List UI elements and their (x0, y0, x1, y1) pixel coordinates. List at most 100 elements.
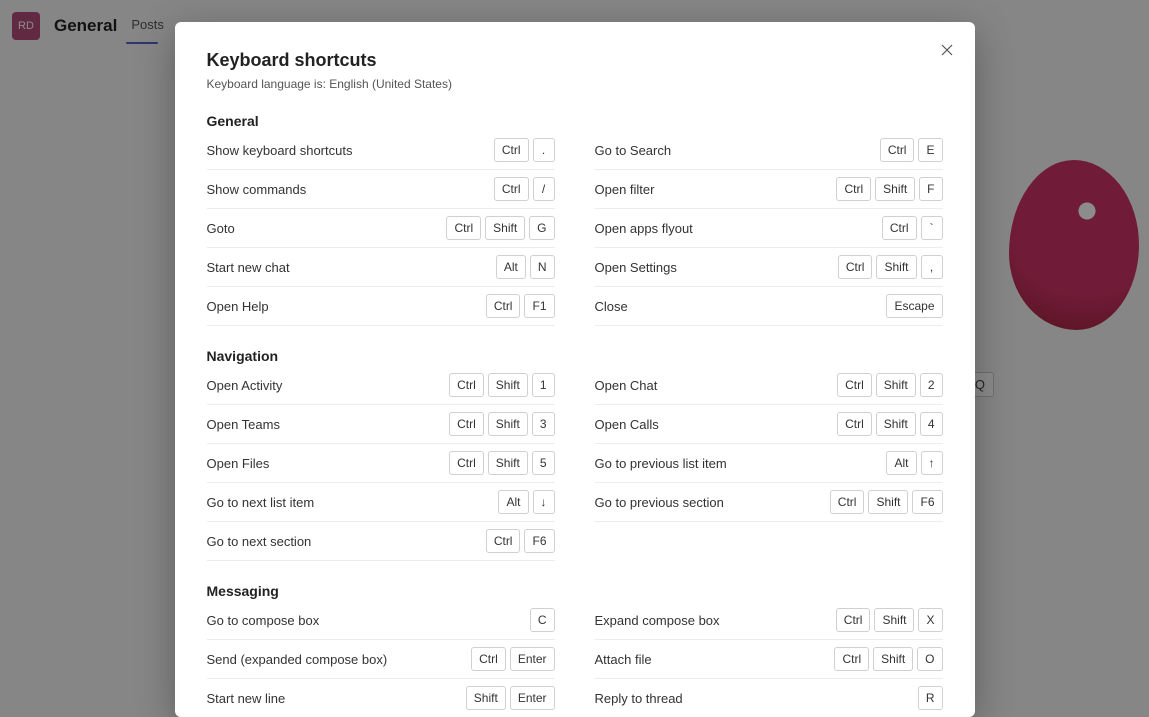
shortcut-label: Attach file (595, 652, 652, 667)
shortcut-label: Open Files (207, 456, 270, 471)
shortcut-keys: CtrlShift1 (449, 373, 554, 397)
shortcut-key: F (919, 177, 942, 201)
shortcut-label: Go to Search (595, 143, 672, 158)
shortcut-key: Shift (488, 373, 528, 397)
shortcut-keys: AltN (496, 255, 555, 279)
close-button[interactable] (933, 36, 961, 64)
shortcut-row: Open Settings CtrlShift, (595, 248, 943, 287)
shortcut-key: Shift (466, 686, 506, 710)
shortcut-keys: CtrlF1 (486, 294, 555, 318)
shortcut-key: Ctrl (838, 255, 873, 279)
shortcut-key: Ctrl (837, 412, 872, 436)
shortcut-key: Shift (876, 412, 916, 436)
shortcut-key: . (533, 138, 555, 162)
shortcut-keys: CtrlEnter (471, 647, 554, 671)
section-col-left: Open ActivityCtrlShift1Open TeamsCtrlShi… (207, 366, 555, 561)
shortcut-key: Ctrl (449, 451, 484, 475)
shortcut-key: Shift (485, 216, 525, 240)
shortcut-row: Start new chat AltN (207, 248, 555, 287)
shortcut-keys: R (918, 686, 943, 710)
shortcut-label: Open Settings (595, 260, 677, 275)
shortcut-label: Open filter (595, 182, 655, 197)
shortcut-key: ↓ (533, 490, 555, 514)
shortcut-key: Shift (488, 451, 528, 475)
shortcut-row: Expand compose boxCtrlShiftX (595, 601, 943, 640)
shortcut-key: C (530, 608, 555, 632)
shortcut-label: Start new line (207, 691, 286, 706)
shortcut-key: 1 (532, 373, 555, 397)
shortcut-row: Open Help CtrlF1 (207, 287, 555, 326)
shortcut-row: Send (expanded compose box)CtrlEnter (207, 640, 555, 679)
shortcut-key: 2 (920, 373, 943, 397)
shortcut-row: Go to SearchCtrlE (595, 131, 943, 170)
shortcut-key: Ctrl (486, 294, 521, 318)
shortcut-row: Open Chat CtrlShift2 (595, 366, 943, 405)
close-icon (941, 44, 953, 56)
shortcut-key: Ctrl (836, 177, 871, 201)
section-col-right: Open Chat CtrlShift2 Open Calls CtrlShift4 G… (595, 366, 943, 561)
shortcut-row: Reply to threadR (595, 679, 943, 717)
shortcut-key: Ctrl (880, 138, 915, 162)
shortcut-key: Ctrl (446, 216, 481, 240)
shortcut-row: Show keyboard shortcutsCtrl. (207, 131, 555, 170)
dialog-scroll[interactable]: Keyboard shortcuts Keyboard language is:… (175, 22, 975, 717)
shortcut-key: Escape (886, 294, 942, 318)
shortcut-keys: ShiftEnter (466, 686, 555, 710)
shortcut-keys: CtrlShiftG (446, 216, 554, 240)
shortcut-keys: CtrlShiftF (836, 177, 942, 201)
shortcut-key: 5 (532, 451, 555, 475)
shortcut-label: Open Calls (595, 417, 659, 432)
shortcut-keys: CtrlShift2 (837, 373, 942, 397)
shortcut-key: Ctrl (494, 138, 529, 162)
shortcut-row: Open Files CtrlShift5 (207, 444, 555, 483)
shortcut-keys: CtrlF6 (486, 529, 555, 553)
section-grid: Open ActivityCtrlShift1Open TeamsCtrlShi… (207, 366, 943, 561)
shortcut-label: Open Chat (595, 378, 658, 393)
shortcut-key: Shift (488, 412, 528, 436)
shortcut-row: Attach file CtrlShiftO (595, 640, 943, 679)
shortcut-label: Open Activity (207, 378, 283, 393)
shortcut-label: Open Help (207, 299, 269, 314)
shortcut-row: Open Activity CtrlShift1 (207, 366, 555, 405)
keyboard-shortcuts-dialog: Keyboard shortcuts Keyboard language is:… (175, 22, 975, 717)
shortcut-label: Go to next section (207, 534, 312, 549)
shortcut-keys: CtrlShift, (838, 255, 943, 279)
shortcut-label: Start new chat (207, 260, 290, 275)
shortcut-key: F1 (524, 294, 554, 318)
section-col-right: Expand compose boxCtrlShiftX Attach file C… (595, 601, 943, 717)
shortcut-keys: CtrlShift5 (449, 451, 554, 475)
shortcut-label: Go to previous section (595, 495, 724, 510)
shortcut-key: Enter (510, 686, 555, 710)
shortcut-key: , (921, 255, 943, 279)
shortcut-label: Open Teams (207, 417, 280, 432)
section-title: Messaging (207, 583, 943, 599)
shortcut-key: Ctrl (486, 529, 521, 553)
shortcut-row: Go to previous list itemAlt↑ (595, 444, 943, 483)
shortcut-key: Ctrl (837, 373, 872, 397)
shortcut-key: Enter (510, 647, 555, 671)
shortcut-key: R (918, 686, 943, 710)
shortcut-key: F6 (524, 529, 554, 553)
shortcut-key: G (529, 216, 554, 240)
dialog-title: Keyboard shortcuts (207, 50, 943, 71)
shortcut-keys: Ctrl. (494, 138, 555, 162)
shortcut-key: X (918, 608, 942, 632)
section-grid: Go to compose boxCSend (expanded compose… (207, 601, 943, 717)
shortcut-key: ` (921, 216, 943, 240)
section-title: General (207, 113, 943, 129)
section-col-right: Go to SearchCtrlEOpen filterCtrlShiftFOp… (595, 131, 943, 326)
shortcut-key: 4 (920, 412, 943, 436)
shortcut-label: Show commands (207, 182, 307, 197)
shortcut-row: CloseEscape (595, 287, 943, 326)
shortcut-key: Shift (873, 647, 913, 671)
shortcut-row: Go to next section CtrlF6 (207, 522, 555, 561)
shortcut-row: Go to next list itemAlt↓ (207, 483, 555, 522)
shortcut-key: Ctrl (449, 373, 484, 397)
shortcut-key: Alt (886, 451, 916, 475)
shortcut-keys: CtrlShiftO (834, 647, 942, 671)
shortcut-keys: C (530, 608, 555, 632)
shortcut-key: Alt (498, 490, 528, 514)
shortcut-key: 3 (532, 412, 555, 436)
dialog-subtitle: Keyboard language is: English (United St… (207, 77, 943, 91)
shortcut-keys: Escape (886, 294, 942, 318)
